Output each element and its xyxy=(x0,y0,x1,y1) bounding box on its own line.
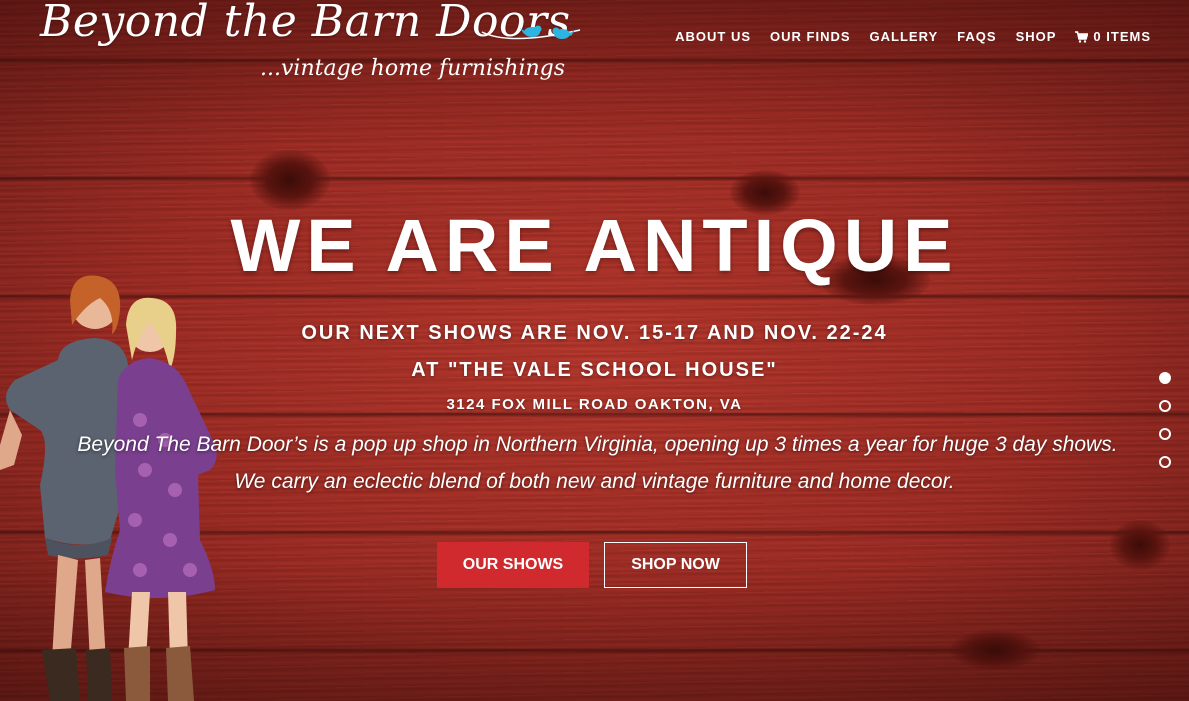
main-nav: ABOUT US OUR FINDS GALLERY FAQS SHOP 0 I… xyxy=(656,29,1151,44)
shop-now-button[interactable]: SHOP NOW xyxy=(604,542,747,588)
nav-shop[interactable]: SHOP xyxy=(1016,29,1057,44)
hero-description-line2: We carry an eclectic blend of both new a… xyxy=(234,470,955,493)
slider-dot-3[interactable] xyxy=(1159,428,1171,440)
nav-cart[interactable]: 0 ITEMS xyxy=(1075,29,1151,44)
hero-description-line1: Beyond The Barn Door’s is a pop up shop … xyxy=(77,433,1118,456)
nav-about-us[interactable]: ABOUT US xyxy=(675,29,751,44)
nav-our-finds[interactable]: OUR FINDS xyxy=(770,29,851,44)
birds-icon xyxy=(481,25,581,40)
hero-venue-line: AT "THE VALE SCHOOL HOUSE" xyxy=(411,359,778,381)
slider-dot-1[interactable] xyxy=(1159,372,1171,384)
slider-dots xyxy=(1159,372,1171,484)
slider-dot-4[interactable] xyxy=(1159,456,1171,468)
hero-shows-line: OUR NEXT SHOWS ARE NOV. 15-17 AND NOV. 2… xyxy=(301,322,888,344)
cart-icon xyxy=(1075,30,1089,43)
hero-address: 3124 FOX MILL ROAD OAKTON, VA xyxy=(446,396,743,413)
nav-gallery[interactable]: GALLERY xyxy=(870,29,939,44)
logo-tagline: ...vintage home furnishings xyxy=(260,56,566,81)
our-shows-button[interactable]: OUR SHOWS xyxy=(437,542,589,588)
cart-count: 0 ITEMS xyxy=(1093,29,1151,44)
site-logo[interactable]: Beyond the Barn Doors ...vintage home fu… xyxy=(40,0,581,95)
nav-faqs[interactable]: FAQS xyxy=(957,29,996,44)
slider-dot-2[interactable] xyxy=(1159,400,1171,412)
hero-headline: WE ARE ANTIQUE xyxy=(230,204,959,287)
